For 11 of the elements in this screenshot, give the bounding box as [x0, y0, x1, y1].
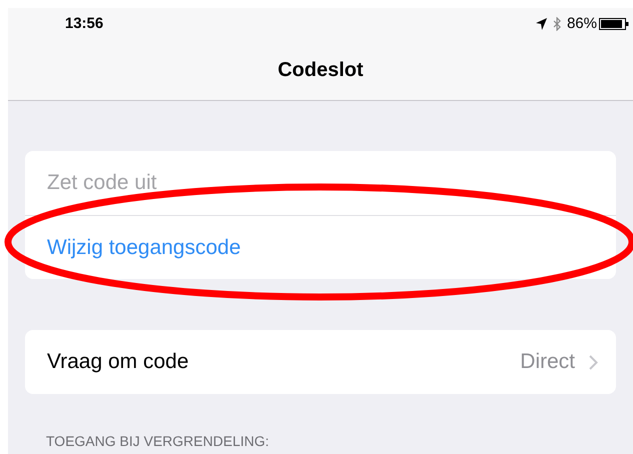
setting-label[interactable]: Vraag om code	[47, 346, 189, 378]
status-time: 13:56	[65, 14, 104, 34]
location-arrow-icon	[536, 18, 547, 30]
battery-icon	[599, 17, 629, 31]
setting-value: Direct	[520, 349, 575, 376]
screen-title: Codeslot	[278, 58, 364, 83]
bluetooth-icon	[552, 17, 561, 31]
chevron-icon	[589, 354, 598, 370]
action-link[interactable]: Wijzig toegangscode	[47, 232, 241, 264]
battery-percentage: 86%	[566, 14, 597, 34]
section-header: TOEGANG BIJ VERGRENDELING:	[46, 433, 270, 449]
